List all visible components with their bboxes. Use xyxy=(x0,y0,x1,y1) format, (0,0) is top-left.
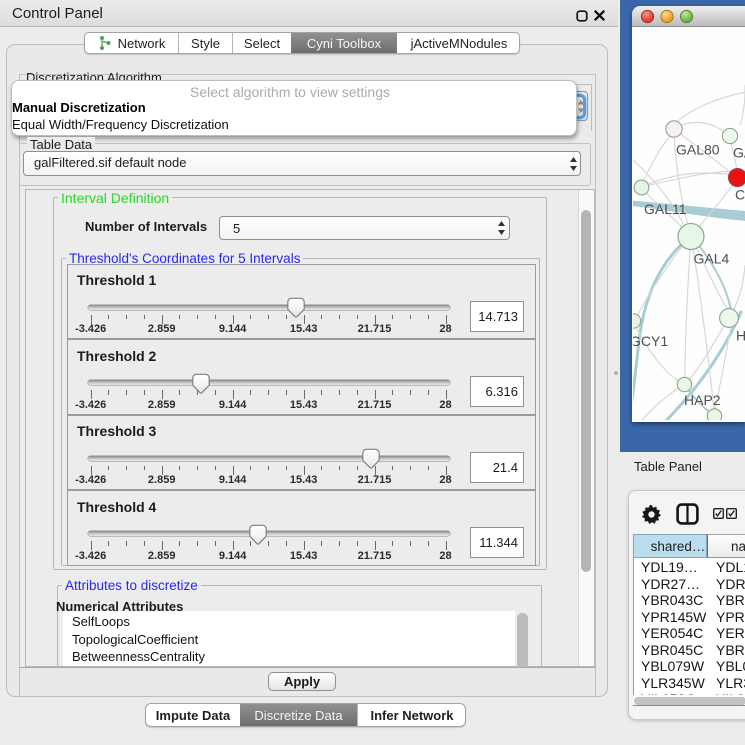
svg-text:GAL4: GAL4 xyxy=(694,251,730,267)
svg-text:C: C xyxy=(735,187,745,203)
svg-text:GAL11: GAL11 xyxy=(644,201,687,217)
svg-text:HAP2: HAP2 xyxy=(684,392,721,408)
svg-text:GA: GA xyxy=(733,145,745,161)
svg-text:H: H xyxy=(736,328,745,344)
svg-text:GAL80: GAL80 xyxy=(676,142,720,158)
svg-text:GCY1: GCY1 xyxy=(633,333,668,349)
